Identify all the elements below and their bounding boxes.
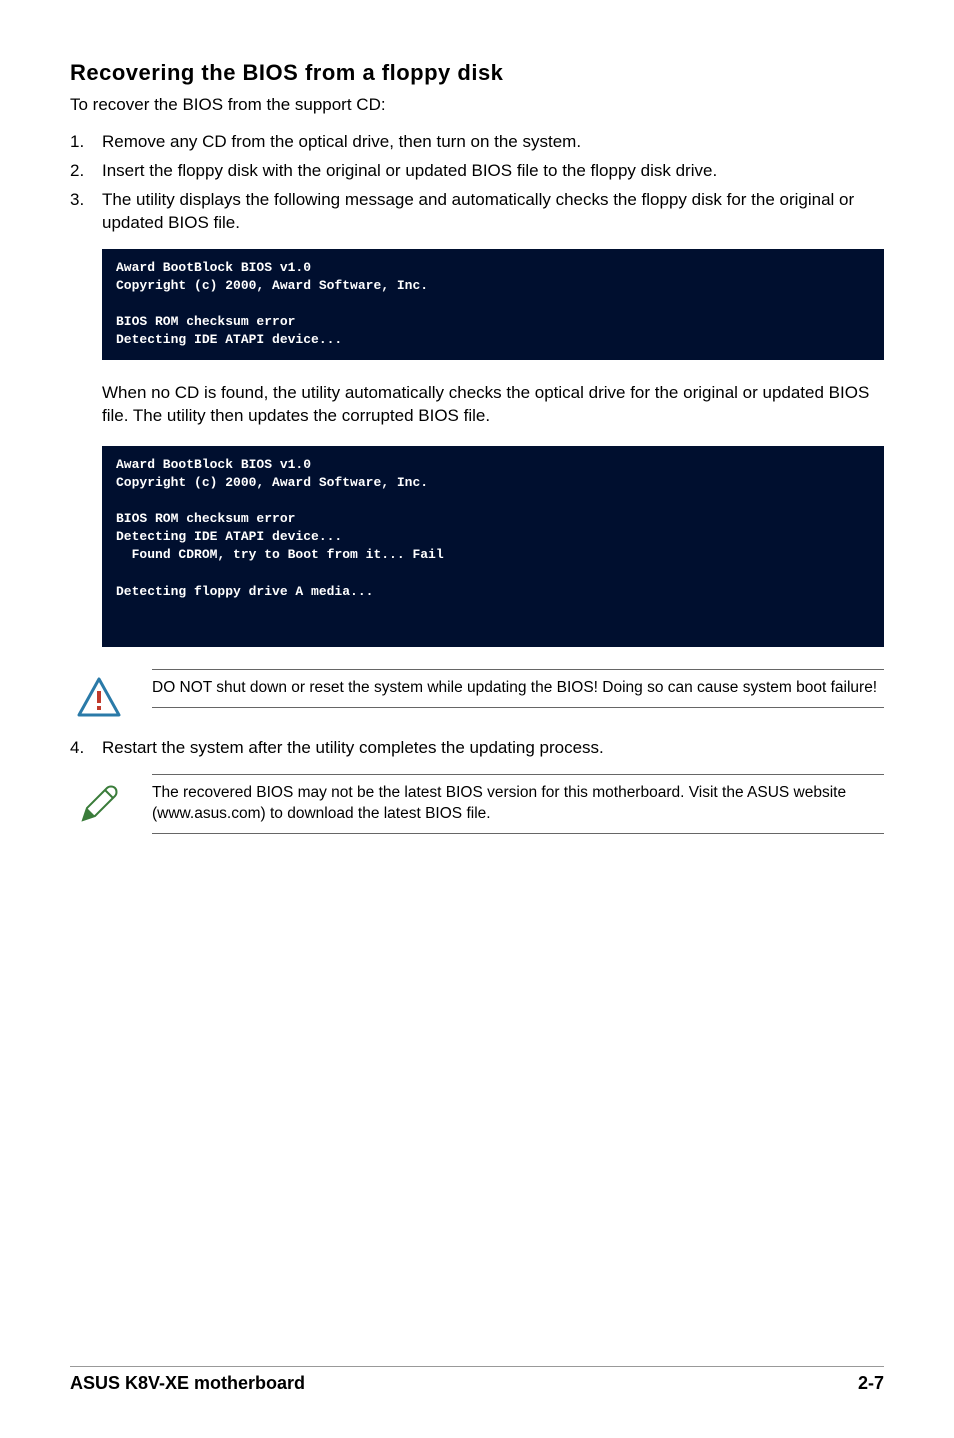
pencil-icon	[70, 774, 128, 826]
warning-callout: DO NOT shut down or reset the system whi…	[70, 669, 884, 717]
steps-list: 1. Remove any CD from the optical drive,…	[70, 131, 884, 235]
step-text: Remove any CD from the optical drive, th…	[102, 131, 884, 154]
list-item: 2. Insert the floppy disk with the origi…	[70, 160, 884, 183]
list-item: 4. Restart the system after the utility …	[70, 737, 884, 760]
list-item: 3. The utility displays the following me…	[70, 189, 884, 235]
page-number: 2-7	[858, 1373, 884, 1394]
section-heading: Recovering the BIOS from a floppy disk	[70, 60, 884, 86]
step-number: 2.	[70, 160, 102, 183]
step-number: 4.	[70, 737, 102, 760]
terminal-output-2: Award BootBlock BIOS v1.0 Copyright (c) …	[102, 446, 884, 648]
footer-product: ASUS K8V-XE motherboard	[70, 1373, 305, 1394]
step-text: Insert the floppy disk with the original…	[102, 160, 884, 183]
step-text: Restart the system after the utility com…	[102, 737, 884, 760]
terminal-output-1: Award BootBlock BIOS v1.0 Copyright (c) …	[102, 249, 884, 360]
list-item: 1. Remove any CD from the optical drive,…	[70, 131, 884, 154]
note-callout: The recovered BIOS may not be the latest…	[70, 774, 884, 834]
steps-list-2: 4. Restart the system after the utility …	[70, 737, 884, 760]
intro-text: To recover the BIOS from the support CD:	[70, 94, 884, 117]
step-text: The utility displays the following messa…	[102, 189, 884, 235]
step-number: 3.	[70, 189, 102, 235]
note-text: The recovered BIOS may not be the latest…	[152, 774, 884, 834]
warning-text: DO NOT shut down or reset the system whi…	[152, 669, 884, 708]
warning-icon	[70, 669, 128, 717]
mid-paragraph: When no CD is found, the utility automat…	[102, 382, 884, 428]
page-footer: ASUS K8V-XE motherboard 2-7	[70, 1366, 884, 1394]
step-number: 1.	[70, 131, 102, 154]
